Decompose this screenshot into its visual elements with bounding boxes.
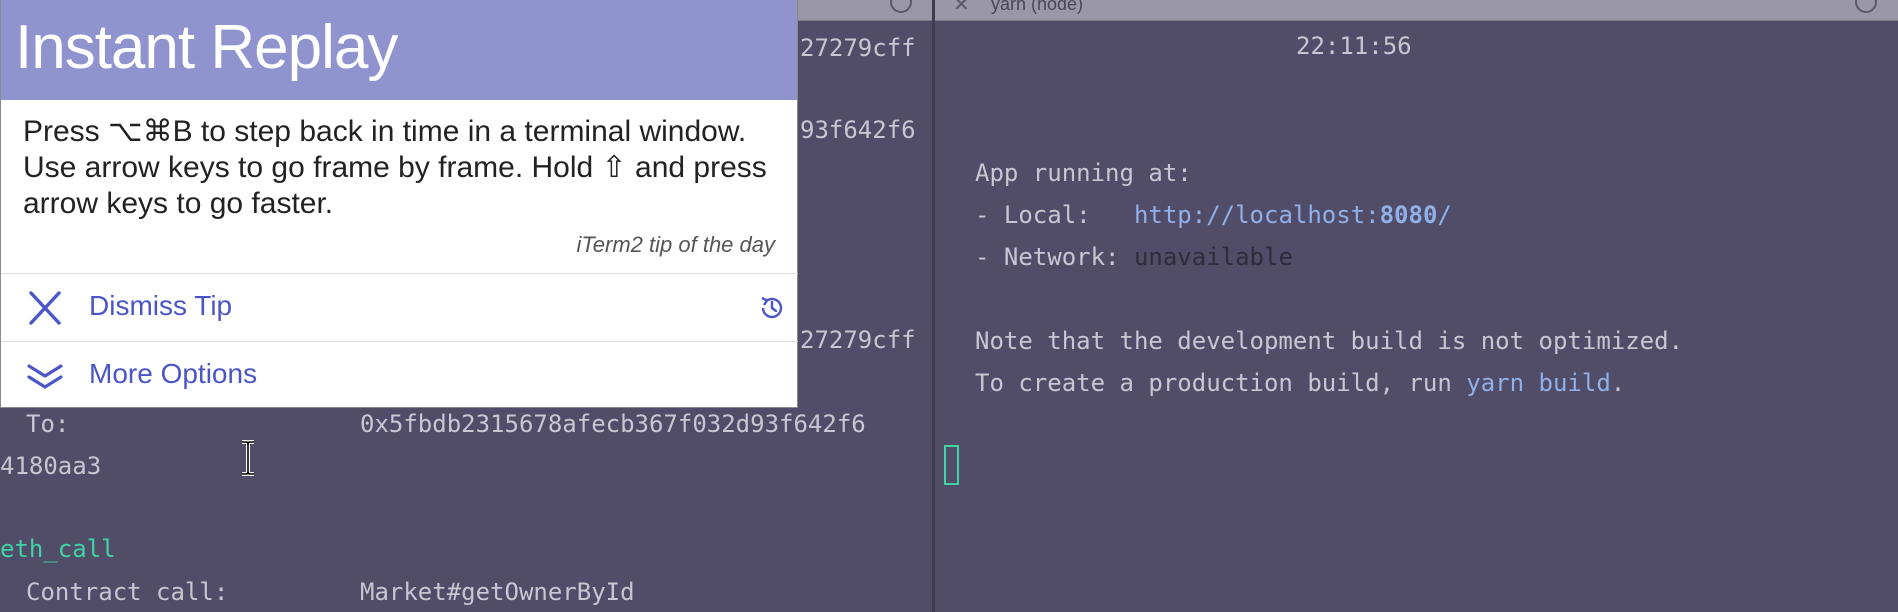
- terminal-line: App running at:: [975, 159, 1192, 187]
- history-icon[interactable]: [758, 294, 786, 322]
- terminal-line: eth_call: [0, 535, 116, 563]
- local-url-prefix: http://localhost:: [1133, 201, 1380, 229]
- terminal-cursor: [944, 445, 959, 485]
- local-url[interactable]: http://localhost:8080/: [1134, 201, 1452, 229]
- terminal-line: Market#getOwnerById: [360, 578, 635, 606]
- tip-title: Instant Replay: [15, 13, 398, 82]
- dismiss-tip-label: Dismiss Tip: [89, 290, 233, 321]
- tab-menu-icon[interactable]: •••: [1855, 0, 1877, 13]
- local-label: - Local:: [975, 201, 1134, 229]
- terminal-line: - Local: http://localhost:8080/: [975, 201, 1452, 229]
- close-icon: [29, 291, 61, 325]
- tab-menu-icon[interactable]: •••: [890, 0, 912, 13]
- terminal-line: Note that the development build is not o…: [975, 327, 1684, 355]
- terminal-line: - Network: unavailable: [975, 243, 1293, 271]
- close-icon[interactable]: ✕: [953, 0, 970, 17]
- dismiss-tip-button[interactable]: Dismiss Tip: [1, 273, 798, 342]
- more-options-button[interactable]: More Options: [1, 341, 798, 410]
- tab-title[interactable]: yarn (node): [991, 0, 1083, 15]
- network-value: unavailable: [1133, 243, 1293, 271]
- tip-header: Instant Replay: [1, 0, 797, 100]
- terminal-line: Contract call:: [26, 578, 229, 606]
- prod-line-prefix: To create a production build, run: [975, 369, 1467, 397]
- terminal-line: To:: [26, 410, 70, 438]
- terminal-line: To create a production build, run yarn b…: [975, 369, 1625, 397]
- local-url-suffix: /: [1437, 201, 1452, 229]
- right-terminal-pane[interactable]: 22:11:56 App running at: - Local: http:/…: [935, 0, 1898, 612]
- terminal-line: 93f642f6: [800, 116, 916, 144]
- terminal-line: 27279cff: [800, 326, 916, 354]
- tip-of-the-day-popover: Instant Replay Press ⌥⌘B to step back in…: [0, 0, 798, 408]
- terminal-time: 22:11:56: [1296, 32, 1412, 60]
- tip-source: iTerm2 tip of the day: [576, 232, 775, 257]
- local-url-port: 8080: [1379, 201, 1438, 229]
- right-tab-bar: ✕ yarn (node) •••: [935, 0, 1898, 21]
- prod-command: yarn build: [1466, 369, 1611, 397]
- network-label: - Network:: [975, 243, 1134, 271]
- text-cursor-icon: [242, 440, 254, 476]
- more-options-label: More Options: [89, 358, 258, 389]
- tip-body: Press ⌥⌘B to step back in time in a term…: [23, 115, 767, 220]
- chevron-double-down-icon: [27, 364, 63, 389]
- terminal-line: 0x5fbdb2315678afecb367f032d93f642f6: [360, 410, 866, 438]
- terminal-line: 27279cff: [800, 34, 916, 62]
- terminal-line: 4180aa3: [0, 452, 102, 480]
- prod-line-suffix: .: [1610, 369, 1626, 397]
